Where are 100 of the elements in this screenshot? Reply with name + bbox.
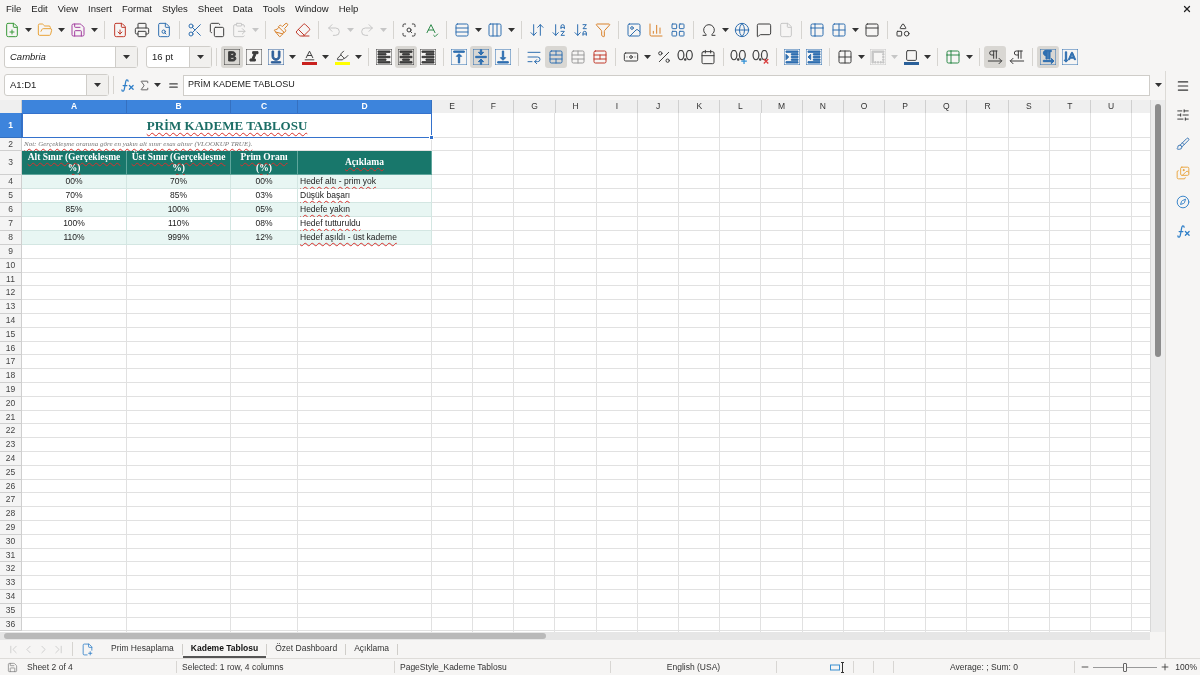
row-header[interactable]: 33 [0, 576, 22, 590]
column-header[interactable]: F [473, 100, 515, 114]
column-header[interactable]: G [514, 100, 556, 114]
left-to-right-button[interactable] [984, 46, 1006, 68]
menu-item[interactable]: Window [289, 3, 334, 14]
column-header[interactable]: T [1049, 100, 1091, 114]
row-header[interactable]: 27 [0, 493, 22, 508]
column-header[interactable]: A [22, 100, 127, 114]
scrollbar-thumb[interactable] [4, 633, 546, 639]
caret-down-icon[interactable] [355, 55, 362, 59]
row-header[interactable]: 28 [0, 507, 22, 521]
row-header[interactable]: 3 [0, 151, 22, 175]
vertical-scrollbar[interactable] [1150, 100, 1165, 632]
caret-down-icon[interactable] [924, 55, 931, 59]
increase-indent-button[interactable] [781, 46, 803, 68]
row-header[interactable]: 23 [0, 438, 22, 452]
caret-down-icon[interactable] [508, 28, 515, 32]
row-header[interactable]: 5 [0, 189, 22, 203]
merge-center-button[interactable] [545, 46, 567, 68]
row-header[interactable]: 18 [0, 369, 22, 383]
row-header[interactable]: 4 [0, 175, 22, 189]
row-header[interactable]: 2 [0, 138, 22, 151]
align-right-button[interactable] [417, 46, 439, 68]
menu-item[interactable]: Sheet [192, 3, 228, 14]
dropdown-button[interactable] [86, 75, 109, 95]
text-horizontal-button[interactable] [1037, 46, 1059, 68]
column-header[interactable]: K [679, 100, 721, 114]
select-all-corner[interactable] [0, 100, 22, 114]
align-middle-button[interactable] [470, 46, 492, 68]
align-top-button[interactable] [448, 46, 470, 68]
row-header[interactable]: 8 [0, 231, 22, 245]
align-left-button[interactable] [373, 46, 395, 68]
bold-button[interactable] [221, 46, 243, 68]
row-header[interactable]: 6 [0, 203, 22, 217]
caret-down-icon[interactable] [1154, 83, 1162, 87]
caret-down-icon[interactable] [852, 28, 859, 32]
column-header[interactable]: B [127, 100, 231, 114]
italic-button[interactable] [243, 46, 265, 68]
column-header[interactable]: Q [926, 100, 968, 114]
column-header[interactable]: N [802, 100, 844, 114]
sheet-tab[interactable]: Kademe Tablosu [182, 640, 267, 658]
align-bottom-button[interactable] [492, 46, 514, 68]
menu-item[interactable]: Styles [156, 3, 193, 14]
save-status-icon[interactable] [6, 661, 18, 673]
font-name-field[interactable]: Cambria [4, 46, 138, 68]
column-header[interactable]: E [432, 100, 474, 114]
caret-down-icon[interactable] [94, 83, 102, 87]
dropdown-button[interactable] [189, 47, 211, 67]
column-header[interactable]: L [720, 100, 762, 114]
row-header[interactable]: 9 [0, 245, 22, 259]
column-header[interactable]: P [885, 100, 927, 114]
menu-item[interactable]: Format [116, 3, 157, 14]
caret-down-icon[interactable] [475, 28, 482, 32]
name-box-field[interactable]: A1:D1 [4, 74, 110, 96]
caret-down-icon[interactable] [154, 83, 162, 87]
column-header[interactable]: H [555, 100, 597, 114]
column-header[interactable]: I [596, 100, 638, 114]
caret-down-icon[interactable] [91, 28, 98, 32]
column-header[interactable]: C [231, 100, 298, 114]
align-center-button[interactable] [395, 46, 417, 68]
row-header[interactable]: 32 [0, 562, 22, 577]
slider-thumb[interactable] [1123, 662, 1127, 672]
menu-item[interactable]: Data [227, 3, 258, 14]
column-header[interactable]: O [843, 100, 886, 114]
cell-grid[interactable] [22, 113, 1150, 632]
row-header[interactable]: 7 [0, 217, 22, 231]
underline-button[interactable] [265, 46, 287, 68]
row-header[interactable]: 12 [0, 286, 22, 301]
font-size-field[interactable]: 16 pt [146, 46, 212, 68]
formula-input-field[interactable]: PRİM KADEME TABLOSU [183, 74, 1151, 96]
dropdown-button[interactable] [115, 47, 137, 67]
selection-mode-icon[interactable] [830, 661, 846, 673]
caret-down-icon[interactable] [25, 28, 32, 32]
menu-item[interactable]: Edit [26, 3, 53, 14]
row-header[interactable]: 1 [0, 113, 22, 138]
caret-down-icon[interactable] [123, 55, 130, 59]
caret-down-icon[interactable] [197, 55, 204, 59]
column-header[interactable]: M [761, 100, 803, 114]
menu-item[interactable]: Insert [83, 3, 117, 14]
sheet-tab[interactable]: Özet Dashboard [267, 640, 346, 658]
column-header[interactable]: R [967, 100, 1009, 114]
column-header[interactable]: J [637, 100, 680, 114]
column-header[interactable]: U [1091, 100, 1133, 114]
decrease-indent-button[interactable] [803, 46, 825, 68]
caret-down-icon[interactable] [58, 28, 65, 32]
caret-down-icon[interactable] [644, 55, 651, 59]
row-header[interactable]: 17 [0, 355, 22, 370]
sheet-tab[interactable]: Prim Hesaplama [103, 640, 182, 658]
column-header[interactable]: D [298, 100, 432, 114]
caret-down-icon[interactable] [858, 55, 865, 59]
caret-down-icon[interactable] [322, 55, 329, 59]
horizontal-scrollbar[interactable] [0, 632, 1150, 640]
menu-item[interactable]: View [52, 3, 84, 14]
caret-down-icon[interactable] [289, 55, 296, 59]
column-header[interactable]: S [1008, 100, 1050, 114]
menu-item[interactable]: Tools [257, 3, 290, 14]
menu-item[interactable]: Help [333, 3, 364, 14]
scrollbar-thumb[interactable] [1155, 104, 1161, 357]
menu-item[interactable]: File [1, 3, 27, 14]
sheet-tab[interactable]: Açıklama [346, 640, 398, 658]
